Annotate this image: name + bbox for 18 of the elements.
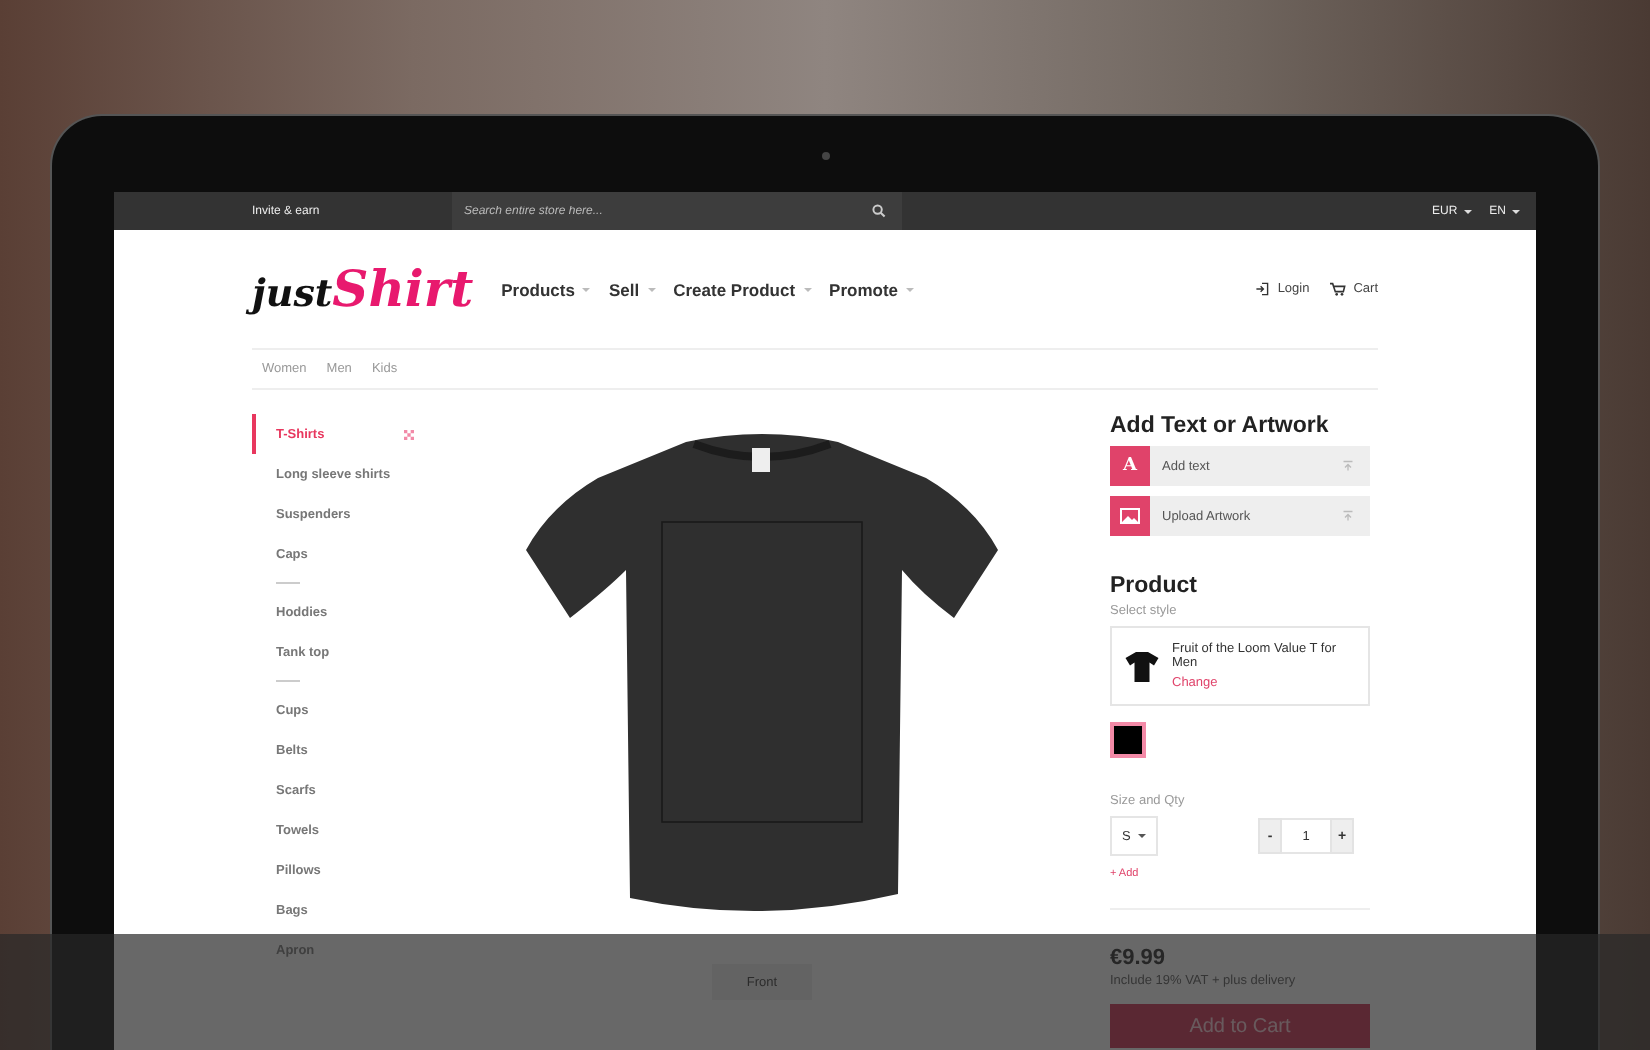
- section-heading: Product: [1110, 574, 1199, 598]
- text-tool-icon: A: [1110, 446, 1150, 486]
- nav-menu-item[interactable]: Products: [501, 279, 591, 299]
- camera-dot: [822, 152, 830, 160]
- price: €9.99: [1110, 946, 1168, 970]
- grid-icon: [404, 429, 414, 439]
- arrow-up-bar-icon: [1342, 460, 1354, 472]
- color-swatch[interactable]: [1110, 722, 1146, 758]
- section-heading: Add Text or Artwork: [1110, 414, 1331, 438]
- nav-menu-item[interactable]: Create Product: [673, 279, 812, 299]
- login-icon: [1253, 282, 1270, 296]
- arrow-up-bar-icon: [1342, 510, 1354, 522]
- cart-icon: [1329, 282, 1346, 296]
- nav-menu-item[interactable]: Promote: [829, 279, 915, 299]
- nav-menu-item[interactable]: Sell: [608, 279, 656, 299]
- image-icon: [1110, 496, 1150, 536]
- t-shirt-icon: [1124, 649, 1160, 683]
- search-icon[interactable]: [872, 204, 886, 218]
